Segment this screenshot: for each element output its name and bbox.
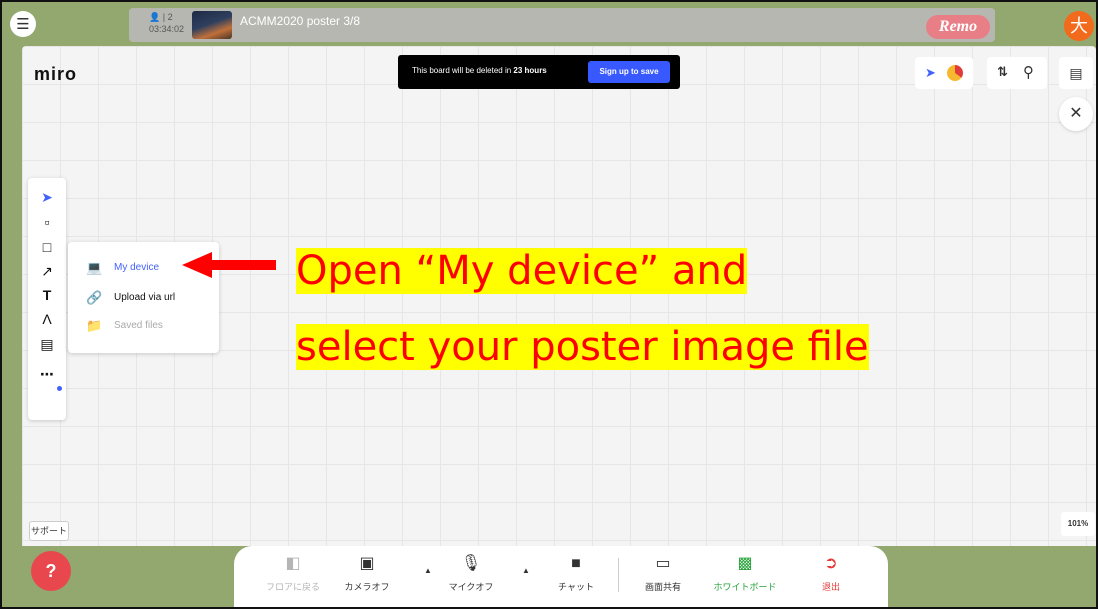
back-to-floor-label: フロアに戻る xyxy=(265,582,320,592)
red-annotation-arrow xyxy=(182,252,276,278)
annotation-line-1: Open “My device” and xyxy=(296,248,748,294)
camera-off-icon: ▣ xyxy=(359,555,375,572)
collaborator-avatar-icon[interactable] xyxy=(947,65,963,81)
search-icon[interactable]: ⚲ xyxy=(1023,63,1034,81)
notes-icon[interactable]: ▤ xyxy=(1059,57,1093,89)
person-icon: 👤 xyxy=(149,12,161,22)
screen-share-label: 画面共有 xyxy=(644,582,681,592)
sticky-note-icon[interactable]: ▫ xyxy=(28,211,66,233)
exit-icon: ➲ xyxy=(824,555,838,572)
menu-item-label: Upload via url xyxy=(114,292,176,303)
bottom-control-bar: ◧ フロアに戻る ▣ カメラオフ ▲ 🎙 マイクオフ ▲ ■ チャット ▭ 画面… xyxy=(234,546,888,607)
zoom-level[interactable]: 101% xyxy=(1061,512,1095,536)
mic-off-label: マイクオフ xyxy=(448,582,494,592)
left-toolbar: ➤ ▫ □ ↗ T Λ ▤ ⋯ xyxy=(28,178,66,420)
map-icon: ◧ xyxy=(285,555,301,572)
settings-sliders-icon[interactable]: ⇅ xyxy=(997,64,1008,80)
pen-icon[interactable]: Λ xyxy=(28,308,66,330)
support-tooltip: サポート xyxy=(29,521,69,541)
arrow-icon[interactable]: ↗ xyxy=(28,260,66,282)
screenshot-frame: ☰ 👤 | 2 03:34:02 ACMM2020 poster 3/8 Rem… xyxy=(0,0,1098,609)
whiteboard-icon: ▩ xyxy=(737,555,753,572)
participant-info: 👤 | 2 03:34:02 xyxy=(149,12,185,34)
collaboration-panel: ➤ xyxy=(915,57,973,89)
notification-dot xyxy=(57,386,62,391)
back-to-floor-button[interactable]: ◧ フロアに戻る xyxy=(260,554,326,594)
camera-options-caret-icon[interactable]: ▲ xyxy=(424,566,432,575)
more-icon[interactable]: ⋯ xyxy=(28,363,66,385)
screen-share-icon: ▭ xyxy=(655,555,671,572)
link-icon: 🔗 xyxy=(86,290,103,305)
exit-label: 退出 xyxy=(821,582,840,592)
chat-label: チャット xyxy=(558,582,594,592)
camera-off-label: カメラオフ xyxy=(344,582,390,592)
laptop-icon: 💻 xyxy=(86,260,103,275)
exit-button[interactable]: ➲ 退出 xyxy=(798,554,864,594)
mic-off-button[interactable]: 🎙 マイクオフ xyxy=(438,554,504,594)
deletion-notice-text: This board will be deleted in 23 hours xyxy=(412,66,547,75)
menu-item-label: Saved files xyxy=(114,320,163,331)
close-icon[interactable]: ✕ xyxy=(1059,97,1093,131)
board-thumbnail xyxy=(192,11,232,39)
shape-icon[interactable]: □ xyxy=(28,236,66,258)
cursor-pointer-icon[interactable]: ➤ xyxy=(925,65,936,81)
chat-button[interactable]: ■ チャット xyxy=(543,554,609,594)
remo-logo: Remo xyxy=(926,15,990,39)
miro-logo: miro xyxy=(34,64,78,84)
toolbar-divider xyxy=(618,558,619,592)
chat-icon: ■ xyxy=(571,555,581,572)
select-icon[interactable]: ➤ xyxy=(28,186,66,208)
participant-count: 2 xyxy=(167,12,173,22)
text-icon[interactable]: T xyxy=(28,284,66,306)
support-chat-icon[interactable]: ? xyxy=(31,551,71,591)
sign-up-to-save-button[interactable]: Sign up to save xyxy=(588,61,670,83)
user-avatar[interactable]: 大 xyxy=(1064,11,1094,41)
camera-off-button[interactable]: ▣ カメラオフ xyxy=(334,554,400,594)
whiteboard-button[interactable]: ▩ ホワイトボード xyxy=(712,554,778,594)
mic-off-icon: 🎙 xyxy=(460,555,482,572)
menu-item-saved-files[interactable]: 📁 Saved files xyxy=(68,314,219,338)
menu-item-label: My device xyxy=(114,262,160,273)
folder-icon: 📁 xyxy=(86,318,103,333)
mic-options-caret-icon[interactable]: ▲ xyxy=(522,566,530,575)
annotation-line-2: select your poster image file xyxy=(296,324,869,370)
board-title: ACMM2020 poster 3/8 xyxy=(240,14,361,28)
hamburger-menu-icon[interactable]: ☰ xyxy=(10,11,36,37)
elapsed-time: 03:34:02 xyxy=(149,24,185,34)
deletion-hours: 23 hours xyxy=(513,66,547,75)
board-tools-panel: ⇅ ⚲ xyxy=(987,57,1047,89)
screen-share-button[interactable]: ▭ 画面共有 xyxy=(630,554,696,594)
arrow-shape xyxy=(182,252,276,278)
menu-item-upload-via-url[interactable]: 🔗 Upload via url xyxy=(68,286,219,310)
comment-icon[interactable]: ▤ xyxy=(28,333,66,355)
whiteboard-label: ホワイトボード xyxy=(713,582,777,592)
remo-top-bar: ☰ 👤 | 2 03:34:02 ACMM2020 poster 3/8 Rem… xyxy=(2,2,1096,46)
deletion-notice-banner: This board will be deleted in 23 hours S… xyxy=(398,55,680,89)
